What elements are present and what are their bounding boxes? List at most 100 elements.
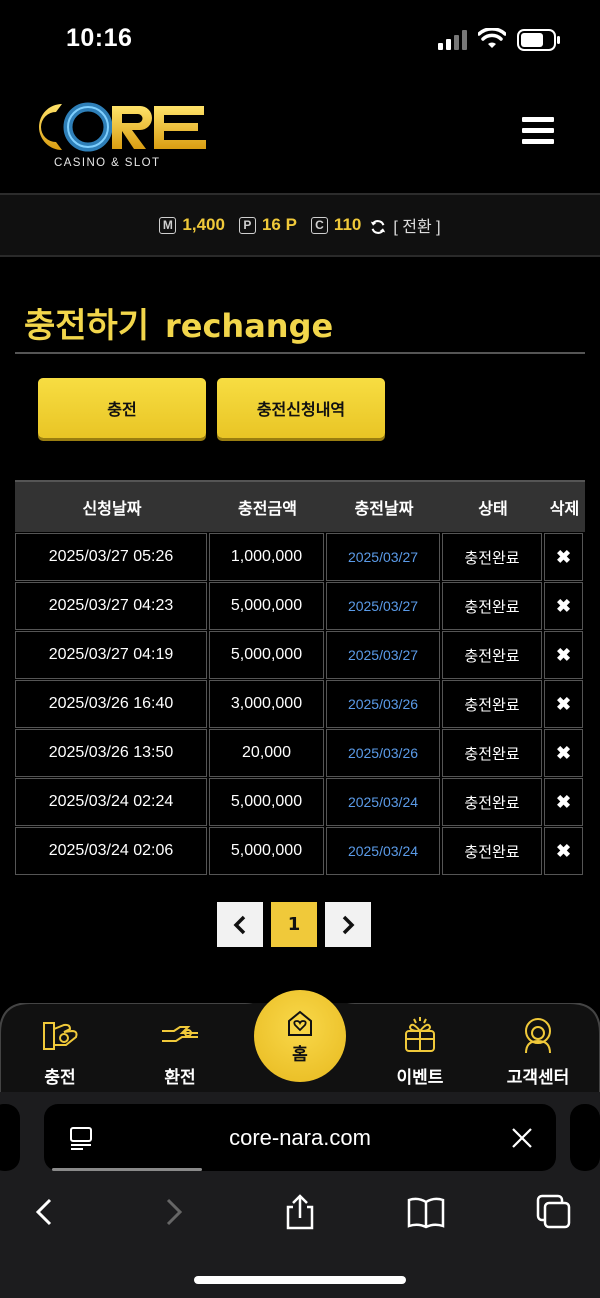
next-page-button[interactable]: [325, 902, 371, 947]
cell-amount: 3,000,000: [209, 680, 324, 728]
cell-request-date: 2025/03/27 04:23: [15, 582, 207, 630]
pagination: 1: [217, 902, 371, 947]
delete-button[interactable]: ✖: [544, 729, 583, 777]
delete-button[interactable]: ✖: [544, 827, 583, 875]
nav-event[interactable]: 이벤트: [370, 1015, 470, 1088]
cell-charge-date[interactable]: 2025/03/27: [326, 582, 440, 630]
tabs-icon[interactable]: [534, 1192, 574, 1232]
cell-amount: 5,000,000: [209, 631, 324, 679]
cell-status: 충전완료: [442, 533, 542, 581]
page-load-progress: [52, 1168, 202, 1171]
table-row: 2025/03/26 13:50 20,000 2025/03/26 충전완료 ✖: [15, 729, 585, 777]
cell-charge-date[interactable]: 2025/03/27: [326, 533, 440, 581]
customer-support-icon: [525, 1018, 551, 1054]
share-icon[interactable]: [280, 1192, 320, 1232]
nav-charge[interactable]: 충전: [10, 1015, 110, 1088]
gift-icon: [405, 1017, 435, 1052]
chevron-right-icon: [342, 915, 355, 934]
money-icon: M: [159, 216, 177, 234]
charge-history-table: 신청날짜 충전금액 충전날짜 상태 삭제 2025/03/27 05:26 1,0…: [15, 480, 585, 875]
cell-request-date: 2025/03/26 16:40: [15, 680, 207, 728]
previous-tab-card[interactable]: [0, 1104, 20, 1171]
cell-status: 충전완료: [442, 680, 542, 728]
header-status: 상태: [478, 499, 508, 518]
money-value: 1,400: [182, 215, 225, 234]
cell-request-date: 2025/03/24 02:24: [15, 778, 207, 826]
table-body: 2025/03/27 05:26 1,000,000 2025/03/27 충전완료 ✖…: [15, 533, 585, 875]
bookmarks-icon[interactable]: [406, 1192, 446, 1232]
prev-page-button[interactable]: [217, 902, 263, 947]
coins-value: 110: [333, 215, 362, 234]
page-title-korean: 충전하기: [24, 306, 150, 346]
cell-charge-date[interactable]: 2025/03/24: [326, 827, 440, 875]
exchange-hands-icon: [162, 1026, 198, 1042]
nav-exchange-label: 환전: [164, 1068, 196, 1088]
cellular-signal-icon: [438, 30, 467, 50]
cell-request-date: 2025/03/26 13:50: [15, 729, 207, 777]
menu-hamburger-button[interactable]: [522, 117, 554, 145]
page-1-button[interactable]: 1: [271, 902, 317, 947]
browser-toolbar: core-nara.com: [0, 1092, 600, 1298]
back-arrow-icon[interactable]: [26, 1192, 66, 1232]
cell-charge-date[interactable]: 2025/03/26: [326, 680, 440, 728]
nav-support-label: 고객센터: [506, 1068, 570, 1088]
title-divider: [15, 352, 585, 354]
page-title: 충전하기 rechange: [24, 298, 333, 347]
chevron-left-icon: [233, 915, 246, 934]
forward-arrow-icon[interactable]: [152, 1192, 192, 1232]
cell-request-date: 2025/03/27 05:26: [15, 533, 207, 581]
delete-button[interactable]: ✖: [544, 778, 583, 826]
delete-button[interactable]: ✖: [544, 582, 583, 630]
core-casino-logo[interactable]: CASINO & SLOT: [22, 94, 212, 172]
nav-support[interactable]: 고객센터: [488, 1015, 588, 1088]
cell-charge-date[interactable]: 2025/03/26: [326, 729, 440, 777]
header-request-date: 신청날짜: [82, 499, 142, 518]
nav-event-label: 이벤트: [396, 1068, 444, 1088]
header-delete: 삭제: [549, 499, 580, 518]
delete-button[interactable]: ✖: [544, 631, 583, 679]
site-header: CASINO & SLOT: [0, 80, 600, 194]
cell-status: 충전완료: [442, 778, 542, 826]
table-row: 2025/03/27 05:26 1,000,000 2025/03/27 충전완료 ✖: [15, 533, 585, 581]
refresh-icon[interactable]: [369, 218, 387, 236]
switch-button[interactable]: [ 전환 ]: [393, 213, 440, 237]
cell-amount: 20,000: [209, 729, 324, 777]
wallet-bar: M 1,400 P 16 P C 110 [ 전환 ]: [0, 195, 600, 257]
cell-charge-date[interactable]: 2025/03/27: [326, 631, 440, 679]
logo-subtext: CASINO & SLOT: [54, 157, 160, 169]
cell-status: 충전완료: [442, 582, 542, 630]
address-bar[interactable]: core-nara.com: [44, 1104, 556, 1171]
cell-amount: 1,000,000: [209, 533, 324, 581]
wifi-icon: [478, 28, 506, 48]
coin-icon: C: [310, 216, 328, 234]
close-icon[interactable]: [510, 1126, 534, 1150]
header-charge-date: 충전날짜: [354, 499, 414, 518]
page-title-english: rechange: [164, 307, 334, 345]
delete-button[interactable]: ✖: [544, 680, 583, 728]
battery-icon: [517, 29, 560, 51]
table-row: 2025/03/24 02:06 5,000,000 2025/03/24 충전완료 ✖: [15, 827, 585, 875]
nav-exchange[interactable]: 환전: [130, 1015, 230, 1088]
cell-status: 충전완료: [442, 729, 542, 777]
point-icon: P: [238, 216, 256, 234]
delete-button[interactable]: ✖: [544, 533, 583, 581]
home-heart-icon: [288, 1010, 312, 1036]
nav-charge-label: 충전: [44, 1068, 76, 1088]
cell-status: 충전완료: [442, 827, 542, 875]
cell-request-date: 2025/03/27 04:19: [15, 631, 207, 679]
cell-charge-date[interactable]: 2025/03/24: [326, 778, 440, 826]
cell-amount: 5,000,000: [209, 582, 324, 630]
cell-amount: 5,000,000: [209, 778, 324, 826]
table-row: 2025/03/27 04:23 5,000,000 2025/03/27 충전완료 ✖: [15, 582, 585, 630]
cell-status: 충전완료: [442, 631, 542, 679]
charge-hand-icon: [43, 1022, 78, 1050]
url-text: core-nara.com: [229, 1125, 371, 1150]
nav-home-button[interactable]: 홈: [254, 990, 346, 1082]
home-indicator: [194, 1276, 406, 1284]
charge-history-button[interactable]: 충전신청내역: [217, 378, 385, 438]
charge-button[interactable]: 충전: [38, 378, 206, 438]
table-header: 신청날짜 충전금액 충전날짜 상태 삭제: [15, 480, 585, 532]
cell-amount: 5,000,000: [209, 827, 324, 875]
status-time: 10:16: [66, 24, 133, 52]
next-tab-card[interactable]: [570, 1104, 600, 1171]
